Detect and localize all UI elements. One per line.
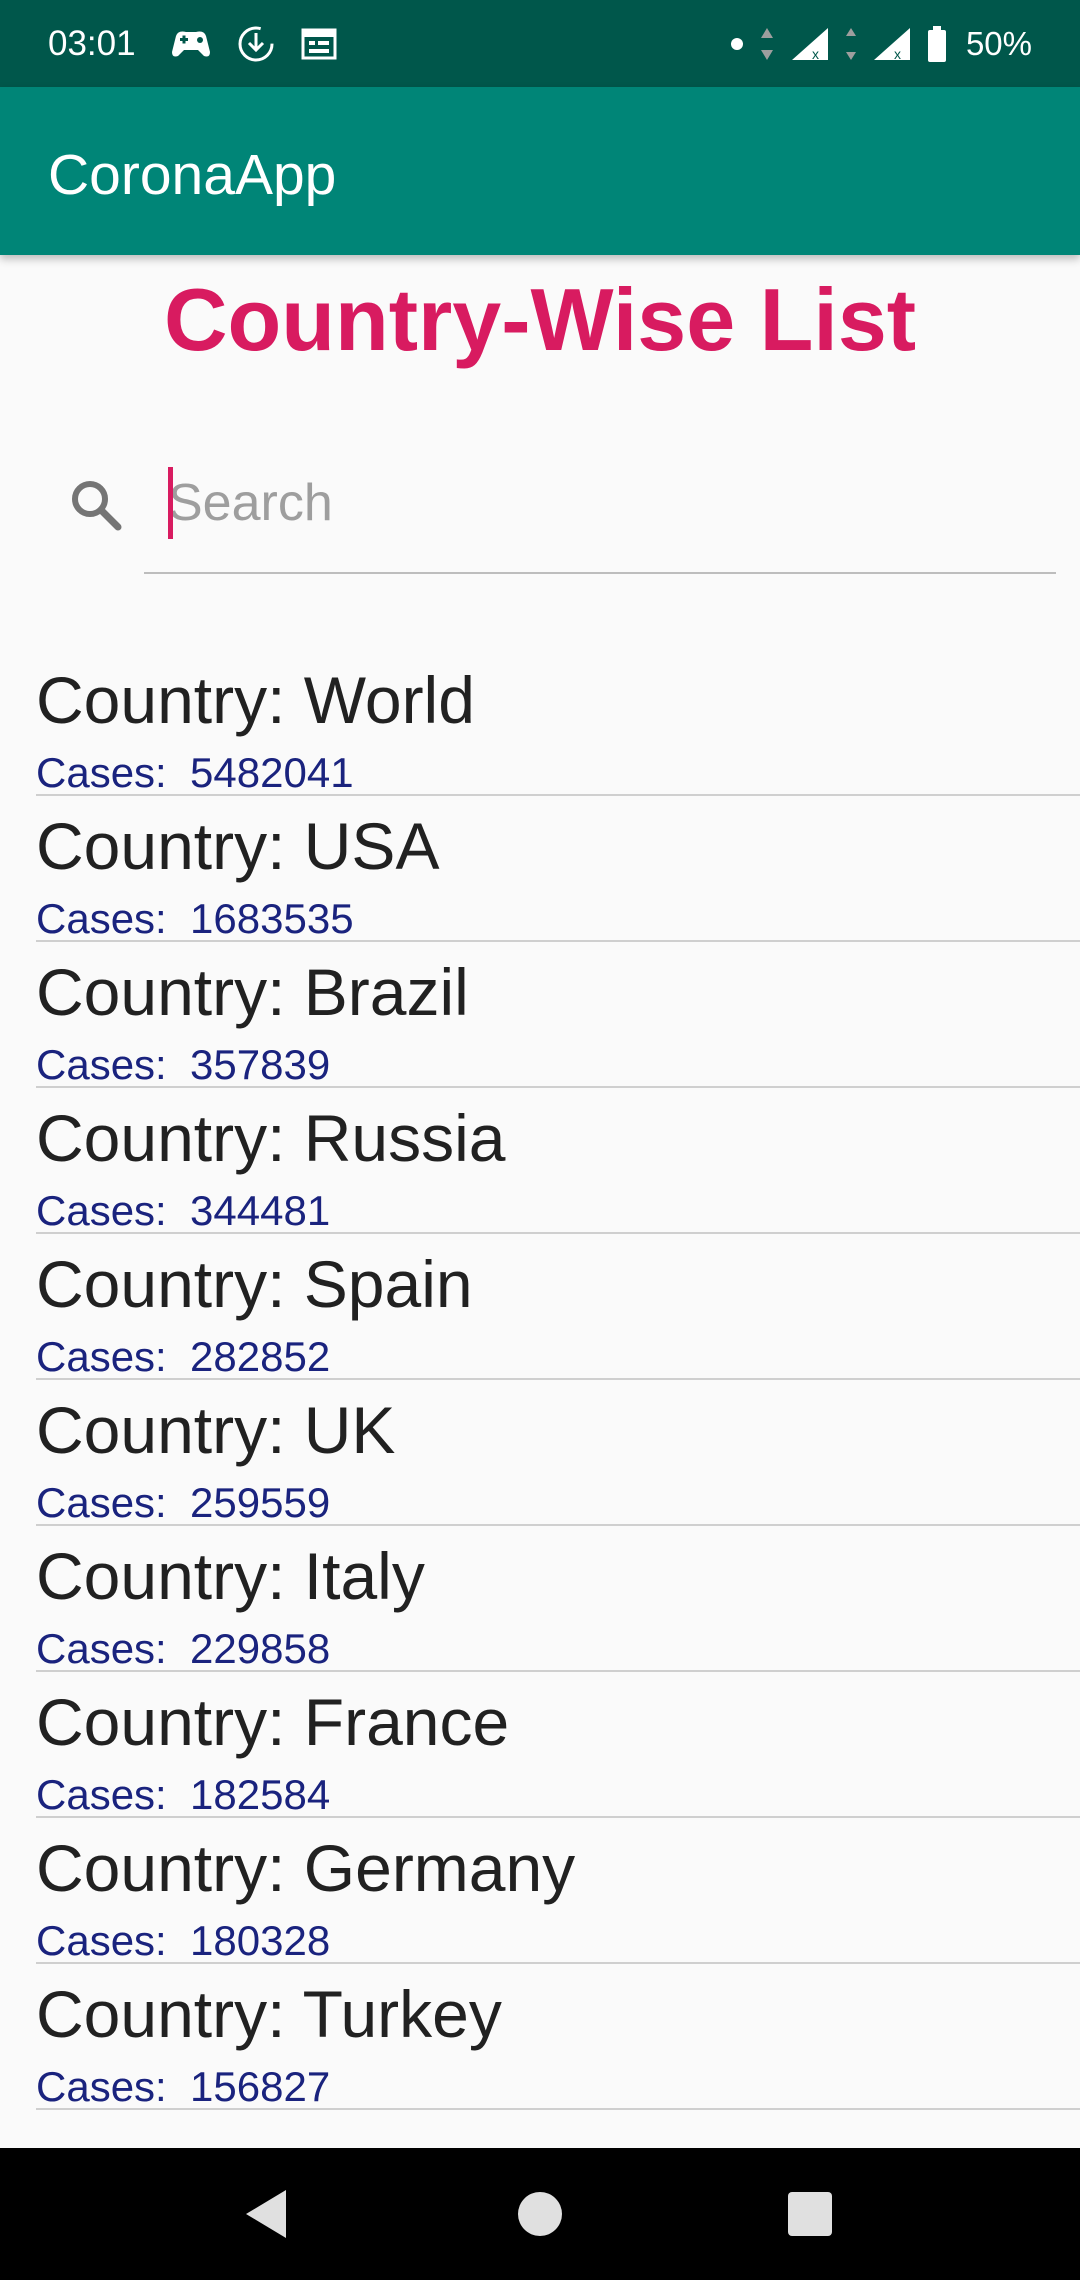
country-list[interactable]: Country: World Cases: 5482041 Country: U… bbox=[0, 650, 1080, 2110]
list-item[interactable]: Country: Brazil Cases: 357839 bbox=[36, 942, 1080, 1088]
cases-count: Cases: 282852 bbox=[36, 1333, 331, 1380]
cases-count: Cases: 1683535 bbox=[36, 895, 354, 942]
signal-icon: x bbox=[873, 28, 910, 62]
search-field[interactable] bbox=[144, 445, 1056, 574]
list-item[interactable]: Country: USA Cases: 1683535 bbox=[36, 796, 1080, 942]
country-name: Country: Brazil bbox=[36, 955, 469, 1029]
back-icon[interactable] bbox=[236, 2182, 300, 2246]
cases-count: Cases: 229858 bbox=[36, 1625, 331, 1672]
status-time: 03:01 bbox=[48, 24, 136, 63]
text-cursor bbox=[168, 467, 173, 539]
cases-count: Cases: 344481 bbox=[36, 1187, 331, 1234]
cases-count: Cases: 259559 bbox=[36, 1479, 331, 1526]
svg-text:x: x bbox=[812, 46, 819, 62]
cases-count: Cases: 5482041 bbox=[36, 749, 354, 796]
page-title: Country-Wise List bbox=[163, 270, 917, 369]
country-name: Country: France bbox=[36, 1685, 510, 1759]
country-name: Country: Turkey bbox=[36, 1977, 502, 2051]
cases-count: Cases: 357839 bbox=[36, 1041, 331, 1088]
cases-count: Cases: 156827 bbox=[36, 2063, 331, 2110]
list-item[interactable]: Country: UK Cases: 259559 bbox=[36, 1380, 1080, 1526]
search-bar bbox=[0, 445, 1080, 575]
search-icon[interactable] bbox=[66, 475, 126, 535]
list-item[interactable]: Country: Germany Cases: 180328 bbox=[36, 1818, 1080, 1964]
svg-text:x: x bbox=[894, 46, 901, 62]
country-name: Country: UK bbox=[36, 1393, 396, 1467]
status-bar: 03:01 x x 50% bbox=[0, 0, 1080, 87]
country-name: Country: Russia bbox=[36, 1101, 506, 1175]
search-input[interactable] bbox=[168, 467, 1028, 539]
battery-percentage: 50% bbox=[965, 25, 1032, 62]
navigation-bar bbox=[0, 2148, 1080, 2280]
game-controller-icon bbox=[172, 31, 210, 57]
country-name: Country: Germany bbox=[36, 1831, 576, 1905]
country-name: Country: Italy bbox=[36, 1539, 425, 1613]
country-name: Country: World bbox=[36, 663, 475, 737]
download-icon bbox=[238, 26, 274, 62]
list-item[interactable]: Country: Russia Cases: 344481 bbox=[36, 1088, 1080, 1234]
recents-icon[interactable] bbox=[778, 2182, 842, 2246]
data-arrows-icon bbox=[845, 28, 856, 60]
list-item[interactable]: Country: Spain Cases: 282852 bbox=[36, 1234, 1080, 1380]
list-item[interactable]: Country: World Cases: 5482041 bbox=[36, 650, 1080, 796]
signal-icon: x bbox=[791, 28, 828, 62]
calendar-icon bbox=[301, 28, 337, 60]
list-item[interactable]: Country: Italy Cases: 229858 bbox=[36, 1526, 1080, 1672]
cases-count: Cases: 180328 bbox=[36, 1917, 331, 1964]
dot-icon bbox=[730, 38, 743, 50]
cases-count: Cases: 182584 bbox=[36, 1771, 331, 1818]
battery-icon bbox=[927, 26, 946, 62]
home-icon[interactable] bbox=[508, 2182, 572, 2246]
list-item[interactable]: Country: Turkey Cases: 156827 bbox=[36, 1964, 1080, 2110]
app-bar: CoronaApp bbox=[0, 87, 1080, 255]
list-item[interactable]: Country: France Cases: 182584 bbox=[36, 1672, 1080, 1818]
data-arrows-icon bbox=[760, 28, 773, 60]
app-title: CoronaApp bbox=[48, 143, 337, 207]
country-name: Country: USA bbox=[36, 809, 440, 883]
country-name: Country: Spain bbox=[36, 1247, 473, 1321]
